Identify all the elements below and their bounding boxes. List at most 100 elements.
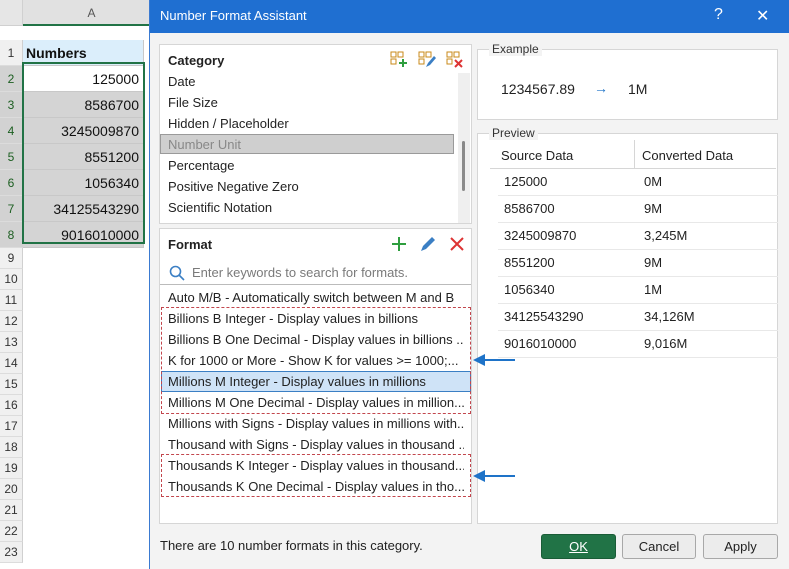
row-header[interactable]: 5 — [0, 144, 23, 170]
preview-source-cell: 8586700 — [504, 201, 555, 216]
preview-converted-cell: 9,016M — [644, 336, 688, 351]
format-item[interactable]: Auto M/B - Automatically switch between … — [168, 288, 464, 307]
cell-a4[interactable]: 3245009870 — [23, 118, 144, 144]
cell-a3[interactable]: 8586700 — [23, 92, 144, 118]
header-divider — [490, 168, 776, 169]
ok-button[interactable]: OK — [541, 534, 616, 559]
row-header[interactable]: 13 — [0, 332, 23, 353]
format-item[interactable]: Thousand with Signs - Display values in … — [168, 435, 464, 454]
right-arrow-icon: → — [594, 80, 608, 96]
category-header: Category — [168, 53, 225, 68]
add-format-icon[interactable] — [390, 235, 408, 253]
help-button[interactable]: ? — [714, 6, 723, 24]
row-divider — [498, 222, 778, 223]
preview-converted-cell: 9M — [644, 255, 663, 270]
preview-col-converted[interactable]: Converted Data — [642, 148, 733, 163]
row-header[interactable]: 18 — [0, 437, 23, 458]
row-header[interactable]: 9 — [0, 248, 23, 269]
row-header[interactable]: 10 — [0, 269, 23, 290]
category-item[interactable]: Scientific Notation — [168, 200, 272, 215]
close-button[interactable]: ✕ — [756, 6, 769, 26]
preview-converted-cell: 1M — [644, 282, 663, 297]
number-format-assistant-dialog: Number Format Assistant ? ✕ Category Dat… — [149, 0, 789, 569]
cell-a6[interactable]: 1056340 — [23, 170, 144, 196]
category-scroll-thumb[interactable] — [462, 141, 465, 191]
row-header[interactable]: 12 — [0, 311, 23, 332]
row-header[interactable]: 22 — [0, 521, 23, 542]
preview-source-cell: 1056340 — [504, 282, 555, 297]
format-item[interactable]: Thousands K One Decimal - Display values… — [168, 477, 464, 496]
row-header[interactable]: 16 — [0, 395, 23, 416]
row-header[interactable]: 21 — [0, 500, 23, 521]
category-item[interactable]: File Size — [168, 95, 218, 110]
preview-label: Preview — [489, 126, 538, 140]
format-item[interactable]: Thousands K Integer - Display values in … — [168, 456, 464, 475]
format-search-input[interactable]: Enter keywords to search for formats. — [160, 261, 471, 285]
category-scrollbar[interactable] — [458, 73, 470, 223]
row-divider — [498, 276, 778, 277]
column-header-a[interactable]: A — [23, 0, 160, 26]
add-category-icon[interactable] — [390, 51, 408, 69]
row-header[interactable]: 3 — [0, 92, 23, 118]
format-item[interactable]: Billions B Integer - Display values in b… — [168, 309, 464, 328]
cell-a5[interactable]: 8551200 — [23, 144, 144, 170]
edit-format-icon[interactable] — [419, 235, 437, 253]
preview-group: Source Data Converted Data 125000 0M 858… — [477, 133, 778, 524]
row-header[interactable]: 4 — [0, 118, 23, 144]
row-header[interactable]: 23 — [0, 542, 23, 563]
row-header[interactable]: 2 — [0, 66, 23, 92]
row-header[interactable]: 8 — [0, 222, 23, 248]
cell-a1[interactable]: Numbers — [23, 40, 144, 66]
row-divider — [498, 357, 778, 358]
format-header: Format — [168, 237, 213, 252]
example-label: Example — [489, 42, 542, 56]
row-divider — [498, 330, 778, 331]
row-header[interactable]: 20 — [0, 479, 23, 500]
cell-a7[interactable]: 34125543290 — [23, 196, 144, 222]
row-divider — [498, 249, 778, 250]
format-item[interactable]: K for 1000 or More - Show K for values >… — [168, 351, 464, 370]
category-panel: Category Date File Size Hidden / Placeho… — [159, 44, 472, 224]
row-header[interactable]: 17 — [0, 416, 23, 437]
format-item[interactable]: Billions B One Decimal - Display values … — [168, 330, 464, 349]
row-header[interactable]: 19 — [0, 458, 23, 479]
row-header[interactable]: 1 — [0, 40, 23, 66]
row-header[interactable]: 14 — [0, 353, 23, 374]
cell-a2[interactable]: 125000 — [23, 66, 144, 92]
category-item[interactable]: Percentage — [168, 158, 235, 173]
category-item[interactable]: Hidden / Placeholder — [168, 116, 289, 131]
apply-button-label: Apply — [724, 539, 757, 554]
format-panel: Format Enter keywords to search for form… — [159, 228, 472, 524]
preview-source-cell: 3245009870 — [504, 228, 577, 243]
apply-button[interactable]: Apply — [703, 534, 778, 559]
delete-format-icon[interactable] — [448, 235, 466, 253]
preview-converted-cell: 0M — [644, 174, 663, 189]
row-header[interactable]: 11 — [0, 290, 23, 311]
delete-category-icon[interactable] — [446, 51, 464, 69]
example-group: 1234567.89 → 1M — [477, 49, 778, 120]
category-item[interactable]: Date — [168, 74, 195, 89]
category-item-selected[interactable]: Number Unit — [168, 137, 241, 152]
preview-col-source[interactable]: Source Data — [501, 148, 573, 163]
row-divider — [498, 303, 778, 304]
category-item[interactable]: Positive Negative Zero — [168, 179, 299, 194]
cancel-button-label: Cancel — [638, 539, 680, 554]
row-header[interactable]: 7 — [0, 196, 23, 222]
preview-source-cell: 34125543290 — [504, 309, 584, 324]
format-item[interactable]: Millions M One Decimal - Display values … — [168, 393, 464, 412]
row-header[interactable]: 15 — [0, 374, 23, 395]
search-icon — [169, 265, 185, 284]
row-header[interactable]: 6 — [0, 170, 23, 196]
title-bar[interactable]: Number Format Assistant ? ✕ — [150, 0, 789, 33]
spreadsheet-background: A 1 2 3 4 5 6 7 8 9 10 11 12 13 14 15 16… — [0, 0, 160, 569]
preview-converted-cell: 3,245M — [644, 228, 688, 243]
preview-source-cell: 9016010000 — [504, 336, 577, 351]
row-divider — [498, 195, 778, 196]
select-all-corner[interactable] — [0, 0, 23, 26]
format-item-selected[interactable]: Millions M Integer - Display values in m… — [168, 372, 464, 391]
cancel-button[interactable]: Cancel — [622, 534, 696, 559]
format-item[interactable]: Millions with Signs - Display values in … — [168, 414, 464, 433]
annotation-arrow-line — [485, 475, 515, 477]
cell-a8[interactable]: 9016010000 — [23, 222, 144, 248]
edit-category-icon[interactable] — [418, 51, 436, 69]
